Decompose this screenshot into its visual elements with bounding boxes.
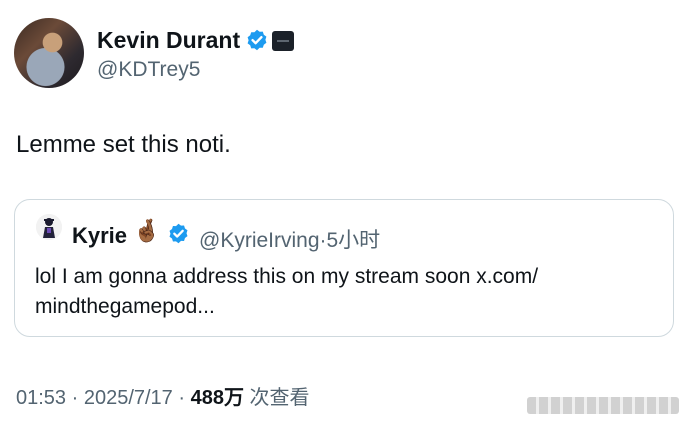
verified-badge-icon <box>247 29 267 51</box>
author-avatar[interactable] <box>14 18 84 88</box>
quoted-tweet-text: lol I am gonna address this on my stream… <box>35 265 539 318</box>
watermark <box>527 397 679 414</box>
quoted-author-avatar[interactable] <box>36 214 62 240</box>
verified-badge-icon <box>169 223 188 244</box>
tweet-timestamp[interactable]: 01:53 · 2025/7/17 · <box>16 387 191 409</box>
silhouette-icon <box>36 214 62 240</box>
tweet-text: Lemme set this noti. <box>16 131 231 158</box>
crossed-fingers-emoji: 🤞🏾 <box>133 218 161 243</box>
quoted-tweet-card[interactable]: Kyrie 🤞🏾 @KyrieIrving·5小时 lol I am gonna… <box>14 199 674 337</box>
quoted-author-name[interactable]: Kyrie <box>72 223 127 249</box>
quoted-handle-time[interactable]: @KyrieIrving·5小时 <box>199 224 380 254</box>
tweet-meta: 01:53 · 2025/7/17 · 488万 次查看 <box>16 381 310 410</box>
view-label: 次查看 <box>243 387 310 409</box>
view-count: 488万 <box>190 387 244 409</box>
author-handle[interactable]: @KDTrey5 <box>97 58 200 82</box>
author-name[interactable]: Kevin Durant <box>97 27 240 54</box>
organization-badge-icon[interactable] <box>272 31 294 51</box>
